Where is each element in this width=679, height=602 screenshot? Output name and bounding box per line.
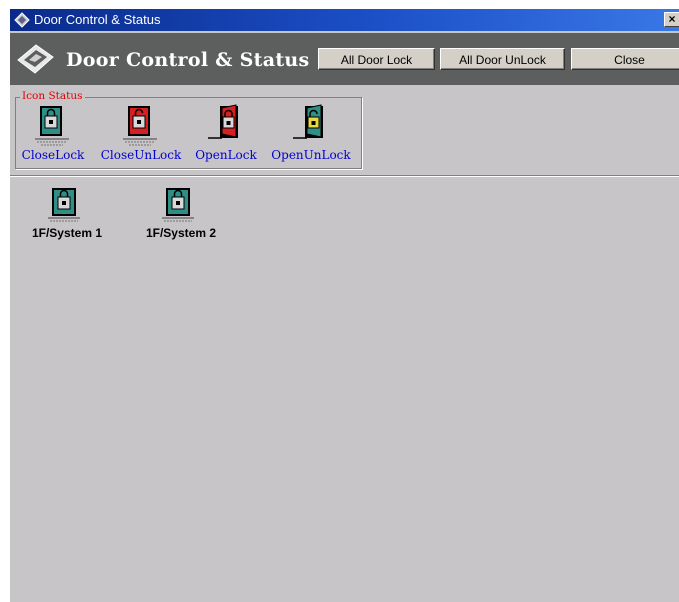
legend-item-openlock: OpenLock <box>181 104 271 164</box>
open-door-locked-icon <box>208 104 238 139</box>
all-door-lock-button[interactable]: All Door Lock <box>318 48 435 70</box>
icon-status-legend: Icon Status CloseLock CloseUnLock OpenLo… <box>15 90 362 169</box>
legend-label: OpenUnLock <box>271 148 351 162</box>
close-button[interactable]: Close <box>571 48 679 70</box>
door-label: 1F/System 2 <box>145 226 217 240</box>
legend-caption: Icon Status <box>20 90 85 103</box>
legend-item-closeunlock: CloseUnLock <box>96 104 186 164</box>
window-close-button[interactable]: × <box>664 12 679 27</box>
door-control-window: Door Control & Status × Door Control & S… <box>8 8 679 602</box>
closed-door-locked-icon <box>162 188 194 222</box>
banner-title: Door Control & Status <box>66 49 310 71</box>
legend-label: OpenLock <box>195 148 257 162</box>
door-item-1f-system-1[interactable]: 1F/System 1 <box>16 188 118 246</box>
door-list-panel: 1F/System 1 1F/System 2 <box>10 178 679 602</box>
closed-door-locked-icon <box>48 188 80 222</box>
legend-item-closelock: CloseLock <box>10 104 98 164</box>
legend-item-openunlock: OpenUnLock <box>266 104 356 164</box>
diamond-logo-icon <box>17 44 54 74</box>
panel-divider <box>10 175 679 177</box>
legend-label: CloseUnLock <box>100 148 182 162</box>
open-door-unlocked-icon <box>293 104 323 139</box>
legend-label: CloseLock <box>21 148 85 162</box>
door-item-1f-system-2[interactable]: 1F/System 2 <box>130 188 232 246</box>
title-bar[interactable]: Door Control & Status × <box>10 9 679 31</box>
close-icon: × <box>668 12 676 26</box>
closed-door-unlocked-icon <box>123 106 157 146</box>
window-title: Door Control & Status <box>34 12 161 27</box>
app-diamond-icon <box>14 12 30 28</box>
closed-door-locked-icon <box>35 106 69 146</box>
all-door-unlock-button[interactable]: All Door UnLock <box>440 48 565 70</box>
door-label: 1F/System 1 <box>31 226 103 240</box>
